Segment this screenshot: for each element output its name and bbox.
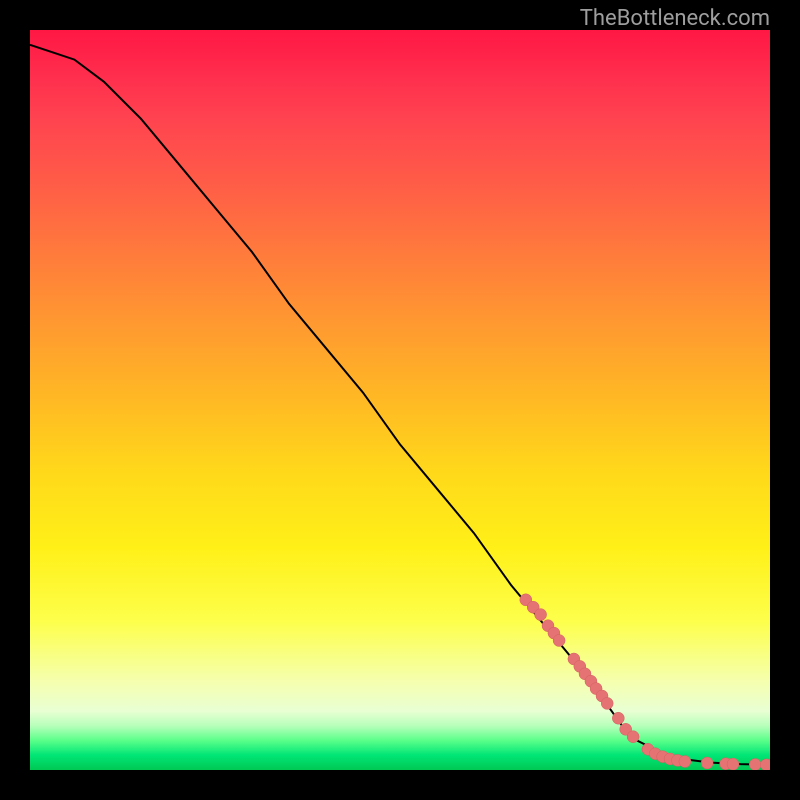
- chart-frame: TheBottleneck.com: [0, 0, 800, 800]
- data-point: [679, 755, 691, 767]
- data-point: [701, 757, 713, 769]
- data-point: [749, 758, 761, 770]
- chart-overlay-svg: [30, 30, 770, 770]
- data-point: [612, 712, 624, 724]
- data-point: [553, 635, 565, 647]
- chart-plot-area: [30, 30, 770, 770]
- data-point: [627, 731, 639, 743]
- attribution-text: TheBottleneck.com: [580, 6, 770, 31]
- data-point: [727, 758, 739, 770]
- data-point: [760, 759, 770, 770]
- data-point: [601, 697, 613, 709]
- bottleneck-curve: [30, 45, 770, 765]
- data-point: [535, 609, 547, 621]
